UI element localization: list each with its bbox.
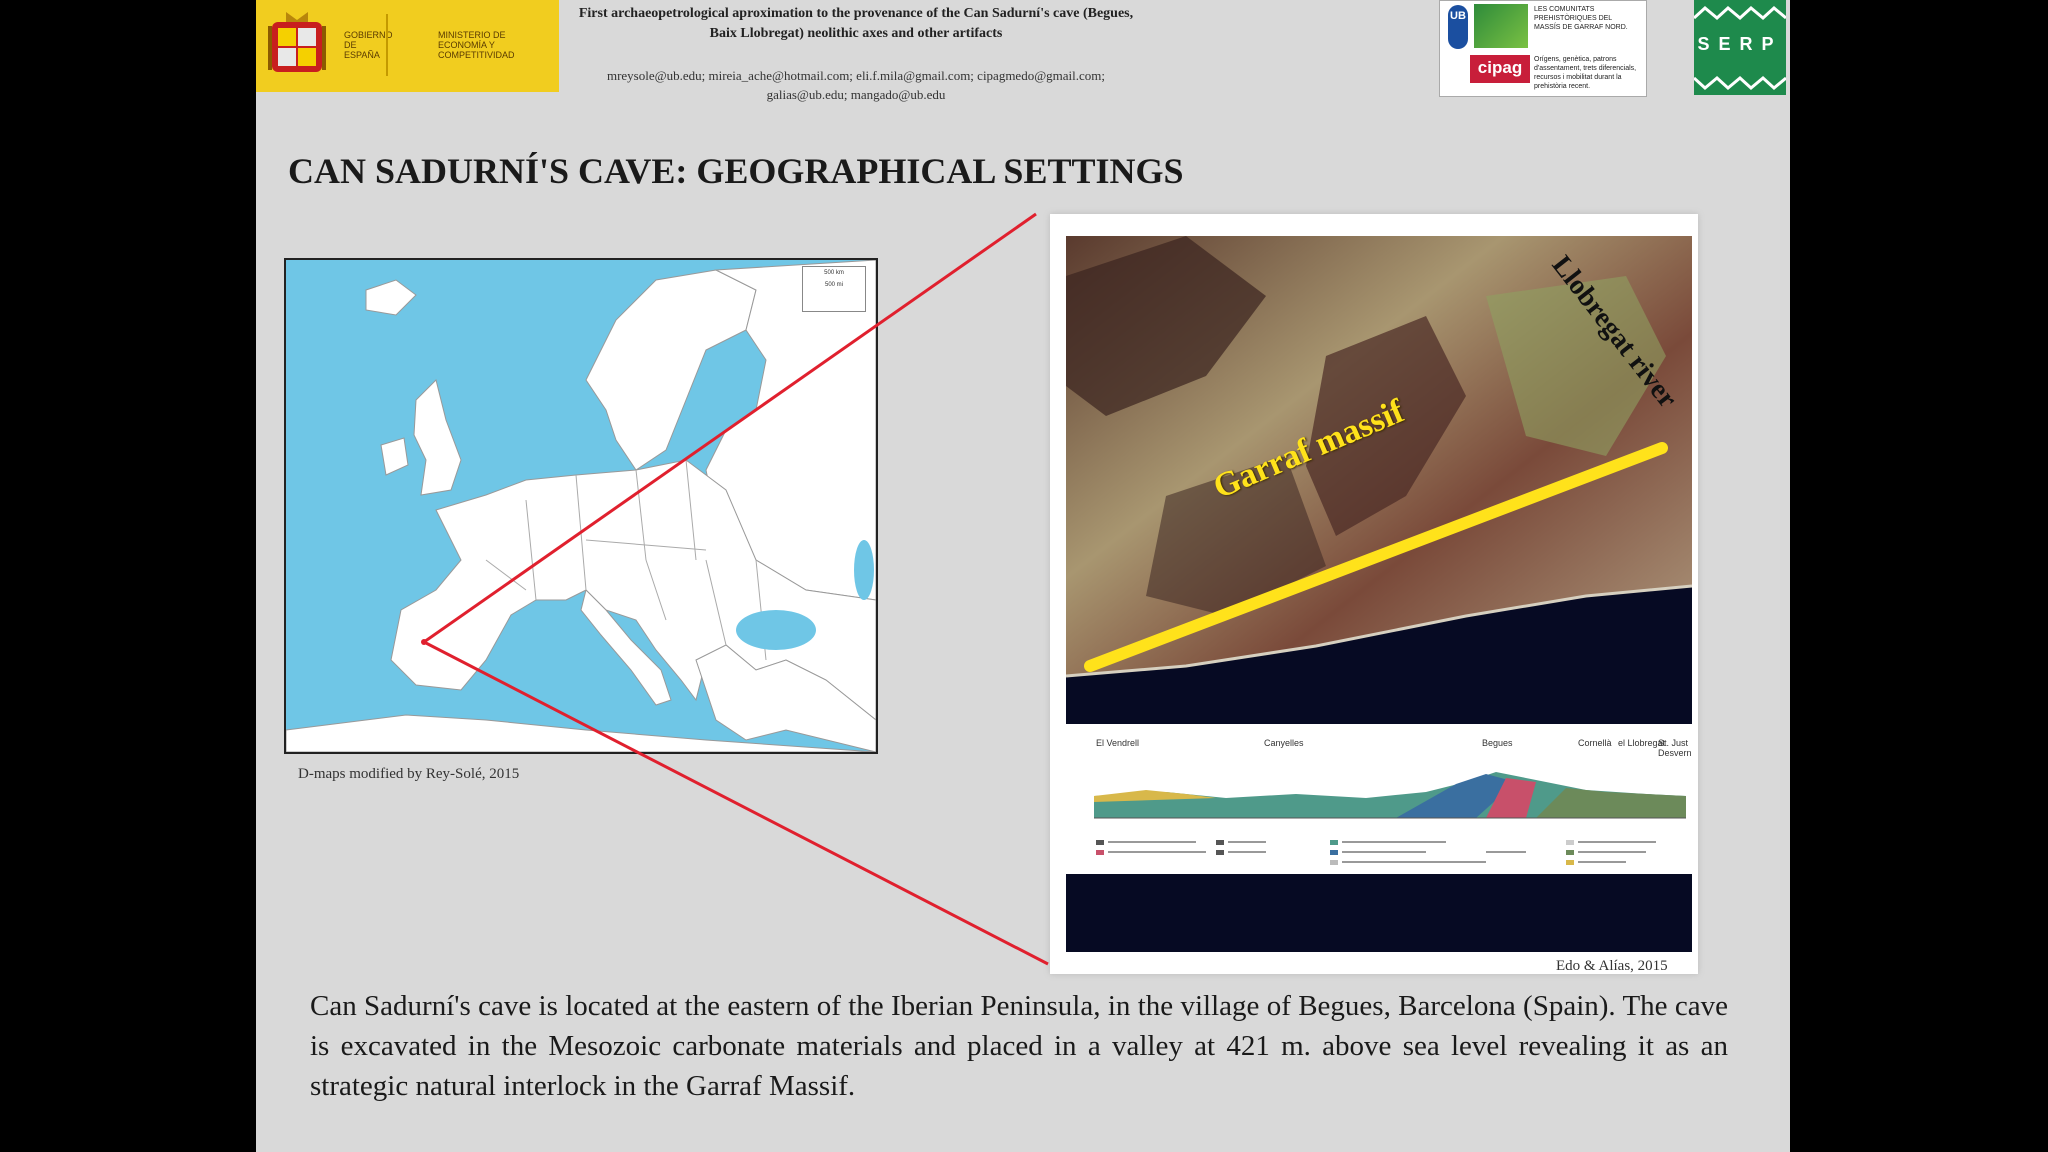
europe-map-graphic <box>286 260 876 752</box>
spain-coat-of-arms-icon <box>268 12 326 72</box>
ub-logo: UB <box>1448 5 1468 49</box>
scale-km: 500 km <box>824 270 844 276</box>
project-logo-icon <box>1474 4 1528 48</box>
figure-dark-band <box>1066 874 1692 952</box>
slide: GOBIERNO DE ESPAÑA MINISTERIO DE ECONOMÍ… <box>256 0 1790 1152</box>
profile-cross-section-graphic <box>1094 772 1686 865</box>
satellite-figure: Garraf massif Llobregat river El Vendrel… <box>1050 214 1698 974</box>
gobierno-espana-logo: GOBIERNO DE ESPAÑA MINISTERIO DE ECONOMÍ… <box>256 0 559 92</box>
satellite-credit: Edo & Alías, 2015 <box>1556 958 1668 974</box>
slide-title: CAN SADURNÍ'S CAVE: GEOGRAPHICAL SETTING… <box>288 151 1184 191</box>
satellite-image: Garraf massif Llobregat river <box>1066 236 1692 724</box>
description-paragraph: Can Sadurní's cave is located at the eas… <box>310 990 1728 1102</box>
author-emails: mreysole@ub.edu; mireia_ache@hotmail.com… <box>606 68 1106 102</box>
cipag-caption: Orígens, genètica, patrons d'assentament… <box>1534 56 1637 90</box>
map-scale-bar: 500 km 500 mi <box>802 266 866 312</box>
europe-map: 500 km 500 mi <box>284 258 878 754</box>
gobierno-text: GOBIERNO DE ESPAÑA <box>344 30 393 60</box>
geological-profile: El Vendrell Canyelles Begues Cornellà el… <box>1066 732 1692 874</box>
map-credit: D-maps modified by Rey-Solé, 2015 <box>298 766 520 782</box>
scale-mi: 500 mi <box>824 282 843 288</box>
serp-logo: SERP <box>1692 0 1787 95</box>
cipag-logo: UB LES COMUNITATS PREHISTÒRIQUES DEL MAS… <box>1439 0 1647 97</box>
project-caption: LES COMUNITATS PREHISTÒRIQUES DEL MASSÍS… <box>1534 6 1628 31</box>
poster-title: First archaeopetrological aproximation t… <box>578 6 1134 41</box>
serp-text: SERP <box>1697 34 1783 54</box>
logo-divider <box>386 14 388 76</box>
cipag-wordmark: cipag <box>1470 55 1530 83</box>
ministerio-text: MINISTERIO DE ECONOMÍA Y COMPETITIVIDAD <box>438 30 515 60</box>
